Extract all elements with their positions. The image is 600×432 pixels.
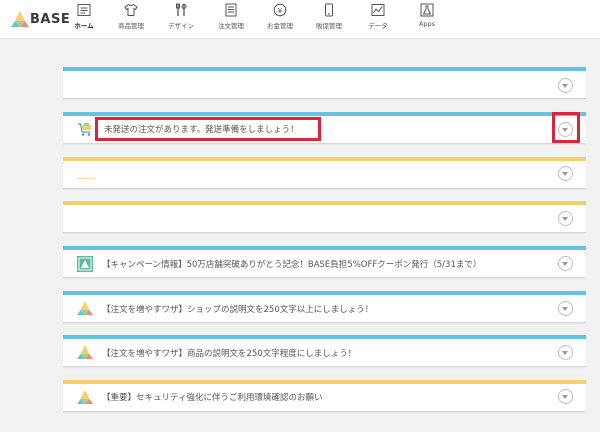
base-logo-icon: [77, 344, 93, 360]
nav-label-money: お金管理: [267, 22, 293, 30]
highlight-box-message: [95, 117, 321, 141]
notification-panel-6[interactable]: 【注文を増やすワザ】ショップの説明文を250文字以上にしましょう！: [63, 291, 586, 323]
notification-panel-1[interactable]: [63, 67, 586, 99]
panel-stripe: [63, 157, 586, 161]
expand-toggle-icon[interactable]: [558, 301, 573, 316]
nav-orders[interactable]: 注文管理: [209, 3, 253, 35]
expand-toggle-icon[interactable]: [558, 389, 573, 404]
smartphone-icon: [322, 3, 336, 17]
nav-label-home: ホーム: [74, 22, 94, 30]
notification-panel-5[interactable]: 【キャンペーン情報】50万店舗突破ありがとう記念！BASE負担5%OFFクーポン…: [63, 246, 586, 278]
nav-home[interactable]: ホーム: [62, 3, 106, 35]
panel-stripe: [63, 380, 586, 384]
nav-design[interactable]: デザイン: [159, 3, 203, 35]
home-icon: [77, 3, 91, 17]
campaign-icon: [77, 256, 93, 272]
flask-icon: [420, 3, 434, 17]
nav-data[interactable]: データ: [356, 3, 400, 35]
panel-stripe: [63, 201, 586, 205]
nav-label-promotion: 販促管理: [316, 22, 342, 30]
svg-text:¥: ¥: [278, 7, 283, 15]
nav-label-products: 商品管理: [118, 22, 144, 30]
top-navigation-bar: BASE ホーム 商品管理 デザイン 注文管理 ¥ お金管理 販促管理 データ …: [0, 0, 600, 39]
expand-toggle-icon[interactable]: [558, 166, 573, 181]
brush-icon: [174, 3, 188, 17]
expand-toggle-icon[interactable]: [558, 211, 573, 226]
chart-icon: [371, 3, 385, 17]
expand-toggle-icon[interactable]: [558, 345, 573, 360]
nav-promotion[interactable]: 販促管理: [307, 3, 351, 35]
yen-icon: ¥: [273, 3, 287, 17]
base-logo-icon: [77, 300, 93, 316]
notification-panel-4[interactable]: [63, 201, 586, 233]
notification-text[interactable]: 【注文を増やすワザ】ショップの説明文を250文字以上にしましょう！: [102, 303, 373, 315]
notification-panel-7[interactable]: 【注文を増やすワザ】商品の説明文を250文字程度にしましょう！: [63, 335, 586, 367]
panel-stripe: [63, 246, 586, 250]
order-icon: [224, 3, 238, 17]
nav-products[interactable]: 商品管理: [109, 3, 153, 35]
nav-label-design: デザイン: [168, 22, 194, 30]
expand-toggle-icon[interactable]: [558, 256, 573, 271]
notification-text[interactable]: 【注文を増やすワザ】商品の説明文を250文字程度にしましょう！: [102, 347, 356, 359]
cart-icon: [77, 121, 93, 137]
nav-apps[interactable]: Apps: [405, 3, 449, 35]
nav-label-data: データ: [368, 22, 388, 30]
expand-toggle-icon[interactable]: [558, 78, 573, 93]
nav-label-apps: Apps: [418, 20, 436, 28]
base-logo-icon: [11, 11, 29, 27]
nav-label-orders: 注文管理: [218, 22, 244, 30]
base-logo-icon: [77, 389, 93, 405]
panel-stripe: [63, 112, 586, 116]
nav-money[interactable]: ¥ お金管理: [258, 3, 302, 35]
notification-panel-3[interactable]: [63, 157, 586, 189]
panel-stripe: [63, 291, 586, 295]
notification-panel-8[interactable]: 【重要】セキュリティ強化に伴うご利用環境確認のお願い: [63, 380, 586, 412]
shirt-icon: [124, 3, 138, 17]
panel-stripe: [63, 67, 586, 71]
highlight-box-toggle: [552, 112, 580, 143]
faint-divider: [77, 178, 95, 179]
panel-stripe: [63, 335, 586, 339]
notification-text[interactable]: 【重要】セキュリティ強化に伴うご利用環境確認のお願い: [102, 391, 323, 403]
notification-text[interactable]: 【キャンペーン情報】50万店舗突破ありがとう記念！BASE負担5%OFFクーポン…: [102, 258, 481, 270]
